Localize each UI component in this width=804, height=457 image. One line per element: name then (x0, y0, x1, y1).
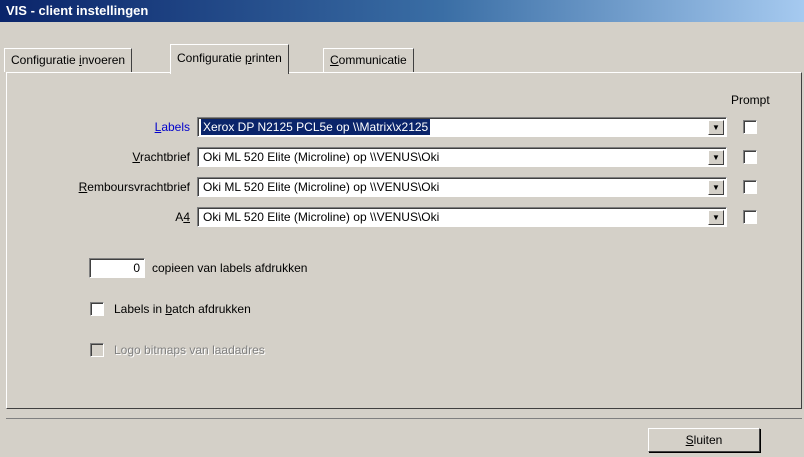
chevron-down-icon[interactable]: ▼ (708, 210, 724, 225)
remboursvrachtbrief-prompt-checkbox[interactable] (743, 180, 757, 194)
client-settings-window: VIS - client instellingen Configuratie i… (0, 0, 804, 457)
remboursvrachtbrief-printer-select[interactable]: Oki ML 520 Elite (Microline) op \\VENUS\… (197, 177, 727, 197)
vrachtbrief-printer-label: Vrachtbrief (132, 150, 190, 164)
logo-bitmaps-checkbox (90, 343, 104, 357)
a4-printer-select[interactable]: Oki ML 520 Elite (Microline) op \\VENUS\… (197, 207, 727, 227)
labels-printer-select[interactable]: Xerox DP N2125 PCL5e op \\Matrix\x2125 ▼ (197, 117, 727, 137)
labels-printer-value: Xerox DP N2125 PCL5e op \\Matrix\x2125 (201, 119, 431, 135)
a4-printer-value: Oki ML 520 Elite (Microline) op \\VENUS\… (203, 210, 440, 224)
vrachtbrief-prompt-checkbox[interactable] (743, 150, 757, 164)
close-button[interactable]: Sluiten (648, 428, 760, 452)
remboursvrachtbrief-printer-value: Oki ML 520 Elite (Microline) op \\VENUS\… (203, 180, 440, 194)
logo-bitmaps-label: Logo bitmaps van laadadres (114, 343, 265, 357)
tab-strip: Configuratie invoeren Configuratie print… (0, 44, 804, 74)
chevron-down-icon[interactable]: ▼ (708, 120, 724, 135)
remboursvrachtbrief-printer-label: Remboursvrachtbrief (78, 180, 190, 194)
prompt-column-header: Prompt (731, 93, 770, 107)
tab-configuratie-invoeren[interactable]: Configuratie invoeren (4, 48, 133, 72)
chevron-down-icon[interactable]: ▼ (708, 180, 724, 195)
vrachtbrief-printer-value: Oki ML 520 Elite (Microline) op \\VENUS\… (203, 150, 440, 164)
labels-prompt-checkbox[interactable] (743, 120, 757, 134)
vrachtbrief-printer-select[interactable]: Oki ML 520 Elite (Microline) op \\VENUS\… (197, 147, 727, 167)
copies-input[interactable]: 0 (89, 258, 145, 278)
copies-label: copieen van labels afdrukken (152, 261, 308, 275)
window-title: VIS - client instellingen (6, 3, 149, 18)
labels-printer-label: Labels (154, 120, 190, 134)
title-bar: VIS - client instellingen (0, 0, 804, 22)
chevron-down-icon[interactable]: ▼ (708, 150, 724, 165)
a4-prompt-checkbox[interactable] (743, 210, 757, 224)
batch-print-label: Labels in batch afdrukken (114, 302, 251, 316)
a4-printer-label: A4 (175, 210, 190, 224)
batch-print-checkbox[interactable] (90, 302, 104, 316)
tab-communicatie[interactable]: Communicatie (323, 48, 414, 72)
tab-configuratie-printen[interactable]: Configuratie printen (170, 44, 289, 74)
